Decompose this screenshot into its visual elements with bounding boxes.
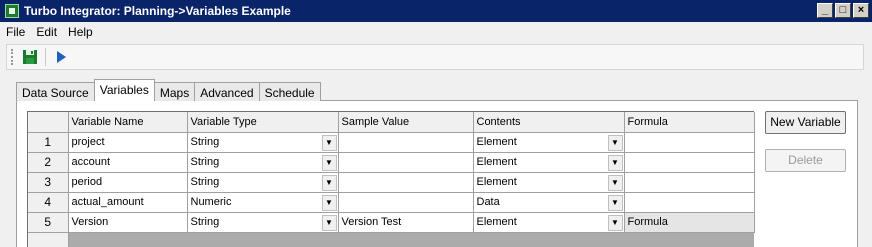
chevron-down-icon[interactable]: ▼ (321, 174, 337, 191)
chevron-down-icon[interactable]: ▼ (321, 134, 337, 151)
toolbar-separator (45, 48, 46, 66)
chevron-down-icon[interactable]: ▼ (607, 214, 623, 231)
variable-type-cell[interactable]: String ▼ (187, 132, 339, 153)
variable-name-cell[interactable]: period (68, 172, 188, 193)
variable-type-value: String (190, 136, 220, 148)
chevron-down-icon[interactable]: ▼ (607, 154, 623, 171)
toolbar-grip[interactable] (11, 49, 15, 65)
variable-type-cell[interactable]: String ▼ (187, 172, 339, 193)
table-row: 5 Version String ▼ Version Test Element ▼ … (28, 211, 755, 233)
variable-type-cell[interactable]: String ▼ (187, 212, 339, 233)
variable-name-cell[interactable]: Version (68, 212, 188, 233)
window-title: Turbo Integrator: Planning->Variables Ex… (24, 4, 291, 18)
new-variable-button[interactable]: New Variable (765, 111, 846, 134)
toolbar (6, 44, 864, 70)
row-number[interactable]: 3 (28, 172, 69, 193)
contents-value: Element (476, 156, 517, 168)
maximize-button[interactable]: □ (835, 3, 851, 18)
app-icon (5, 4, 19, 18)
chevron-down-icon[interactable]: ▼ (607, 194, 623, 211)
row-number[interactable]: 5 (28, 212, 69, 233)
sample-value-cell[interactable] (338, 152, 474, 173)
row-number-empty (28, 232, 69, 247)
table-row: 4 actual_amount Numeric ▼ Data ▼ (28, 192, 755, 213)
row-number[interactable]: 4 (28, 192, 69, 213)
variable-type-value: Numeric (190, 196, 232, 208)
variable-type-value: String (190, 156, 220, 168)
contents-cell[interactable]: Element ▼ (473, 132, 625, 153)
table-row: 1 project String ▼ Element ▼ (28, 132, 755, 153)
sample-value-cell[interactable] (338, 172, 474, 193)
minimize-button[interactable]: _ (817, 3, 833, 18)
menu-file[interactable]: File (0, 25, 30, 39)
contents-cell[interactable]: Data ▼ (473, 192, 625, 213)
save-icon[interactable] (21, 48, 39, 66)
tab-advanced[interactable]: Advanced (194, 82, 260, 101)
contents-value: Element (476, 136, 517, 148)
row-number[interactable]: 2 (28, 152, 69, 173)
column-header-variable-type[interactable]: Variable Type (187, 112, 339, 133)
tab-variables[interactable]: Variables (93, 79, 155, 101)
chevron-down-icon[interactable]: ▼ (321, 194, 337, 211)
chevron-down-icon[interactable]: ▼ (607, 134, 623, 151)
menu-edit[interactable]: Edit (30, 25, 62, 39)
tab-schedule[interactable]: Schedule (258, 82, 321, 101)
variable-name-cell[interactable]: actual_amount (68, 192, 188, 213)
tab-strip: Data Source Variables Maps Advanced Sche… (16, 79, 321, 101)
variable-type-cell[interactable]: String ▼ (187, 152, 339, 173)
contents-value: Element (476, 176, 517, 188)
formula-cell[interactable] (624, 172, 755, 193)
table-row: 3 period String ▼ Element ▼ (28, 172, 755, 193)
column-header-contents[interactable]: Contents (473, 112, 625, 133)
sample-value-cell[interactable] (338, 192, 474, 213)
grid-corner[interactable] (28, 112, 69, 133)
contents-cell[interactable]: Element ▼ (473, 172, 625, 193)
sample-value-cell[interactable]: Version Test (338, 212, 474, 233)
menu-help[interactable]: Help (62, 25, 98, 39)
formula-cell[interactable] (624, 152, 755, 173)
variable-name-cell[interactable]: account (68, 152, 188, 173)
tab-maps[interactable]: Maps (153, 82, 196, 101)
contents-value: Data (476, 196, 500, 208)
variable-type-value: String (190, 216, 220, 228)
contents-value: Element (476, 216, 517, 228)
delete-button[interactable]: Delete (765, 149, 846, 172)
run-icon[interactable] (52, 48, 70, 66)
table-row: 2 account String ▼ Element ▼ (28, 152, 755, 173)
sample-value-cell[interactable] (338, 132, 474, 153)
contents-cell[interactable]: Element ▼ (473, 212, 625, 233)
chevron-down-icon[interactable]: ▼ (321, 214, 337, 231)
column-header-formula[interactable]: Formula (624, 112, 755, 133)
chevron-down-icon[interactable]: ▼ (607, 174, 623, 191)
close-button[interactable]: × (853, 3, 869, 18)
variable-type-value: String (190, 176, 220, 188)
chevron-down-icon[interactable]: ▼ (321, 154, 337, 171)
column-header-variable-name[interactable]: Variable Name (68, 112, 188, 133)
empty-row (28, 232, 754, 247)
formula-cell[interactable] (624, 132, 755, 153)
tab-data-source[interactable]: Data Source (16, 82, 95, 101)
contents-cell[interactable]: Element ▼ (473, 152, 625, 173)
formula-button[interactable]: Formula (623, 211, 755, 233)
formula-cell[interactable] (624, 192, 755, 213)
row-number[interactable]: 1 (28, 132, 69, 153)
menu-bar: File Edit Help (0, 22, 872, 42)
variable-name-cell[interactable]: project (68, 132, 188, 153)
variable-type-cell[interactable]: Numeric ▼ (187, 192, 339, 213)
variables-grid: Variable Name Variable Type Sample Value… (27, 111, 755, 247)
title-bar[interactable]: Turbo Integrator: Planning->Variables Ex… (0, 0, 872, 22)
column-header-sample-value[interactable]: Sample Value (338, 112, 474, 133)
